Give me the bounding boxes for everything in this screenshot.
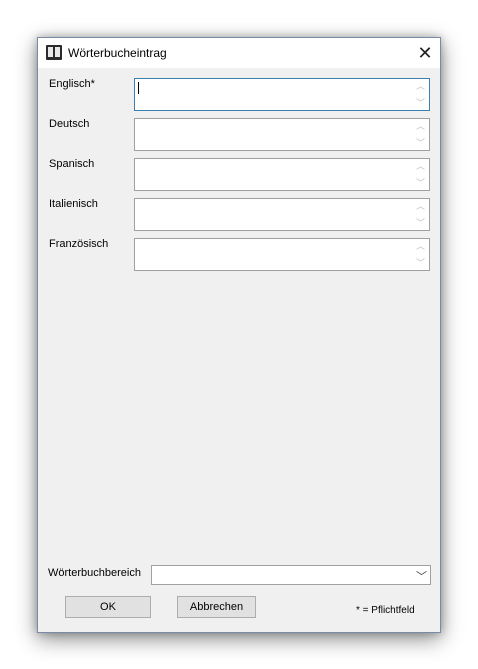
scroll-up-icon[interactable]: ︿	[416, 199, 425, 213]
scroll-down-icon[interactable]: ﹀	[416, 176, 425, 190]
scroll-up-icon[interactable]: ︿	[416, 119, 425, 133]
title-bar: Wörterbucheintrag ✕	[38, 38, 440, 68]
field-label-italian: Italienisch	[49, 198, 98, 210]
scroll-down-icon[interactable]: ﹀	[416, 136, 425, 150]
dictionary-area-label: Wörterbuchbereich	[48, 567, 141, 579]
dialog-title: Wörterbucheintrag	[68, 46, 167, 60]
french-scrollbar[interactable]: ︿ ﹀	[412, 239, 429, 270]
spanish-scrollbar[interactable]: ︿ ﹀	[412, 159, 429, 190]
spanish-input[interactable]: ︿ ﹀	[134, 158, 430, 191]
german-input[interactable]: ︿ ﹀	[134, 118, 430, 151]
german-scrollbar[interactable]: ︿ ﹀	[412, 119, 429, 150]
ok-button[interactable]: OK	[65, 596, 151, 618]
scroll-down-icon[interactable]: ﹀	[416, 256, 425, 270]
chevron-down-icon[interactable]: ﹀	[416, 568, 427, 584]
english-input[interactable]: ︿ ﹀	[134, 78, 430, 111]
close-button[interactable]: ✕	[410, 38, 440, 68]
italian-scrollbar[interactable]: ︿ ﹀	[412, 199, 429, 230]
text-caret	[138, 82, 139, 94]
field-label-french: Französisch	[49, 238, 109, 250]
scroll-up-icon[interactable]: ︿	[416, 239, 425, 253]
field-label-spanish: Spanisch	[49, 158, 95, 170]
scroll-down-icon[interactable]: ﹀	[416, 216, 425, 230]
field-label-english: Englisch*	[49, 78, 95, 90]
french-input[interactable]: ︿ ﹀	[134, 238, 430, 271]
english-scrollbar[interactable]: ︿ ﹀	[412, 79, 429, 110]
required-field-note: * = Pflichtfeld	[356, 605, 415, 616]
cancel-button[interactable]: Abbrechen	[177, 596, 256, 618]
book-icon	[46, 45, 62, 60]
italian-input[interactable]: ︿ ﹀	[134, 198, 430, 231]
field-label-german: Deutsch	[49, 118, 90, 130]
dialog-window: Wörterbucheintrag ✕ Englisch* ︿ ﹀ Deutsc…	[37, 37, 441, 633]
dictionary-area-select[interactable]: ﹀	[151, 565, 431, 585]
scroll-up-icon[interactable]: ︿	[416, 79, 425, 93]
scroll-up-icon[interactable]: ︿	[416, 159, 425, 173]
scroll-down-icon[interactable]: ﹀	[416, 96, 425, 110]
